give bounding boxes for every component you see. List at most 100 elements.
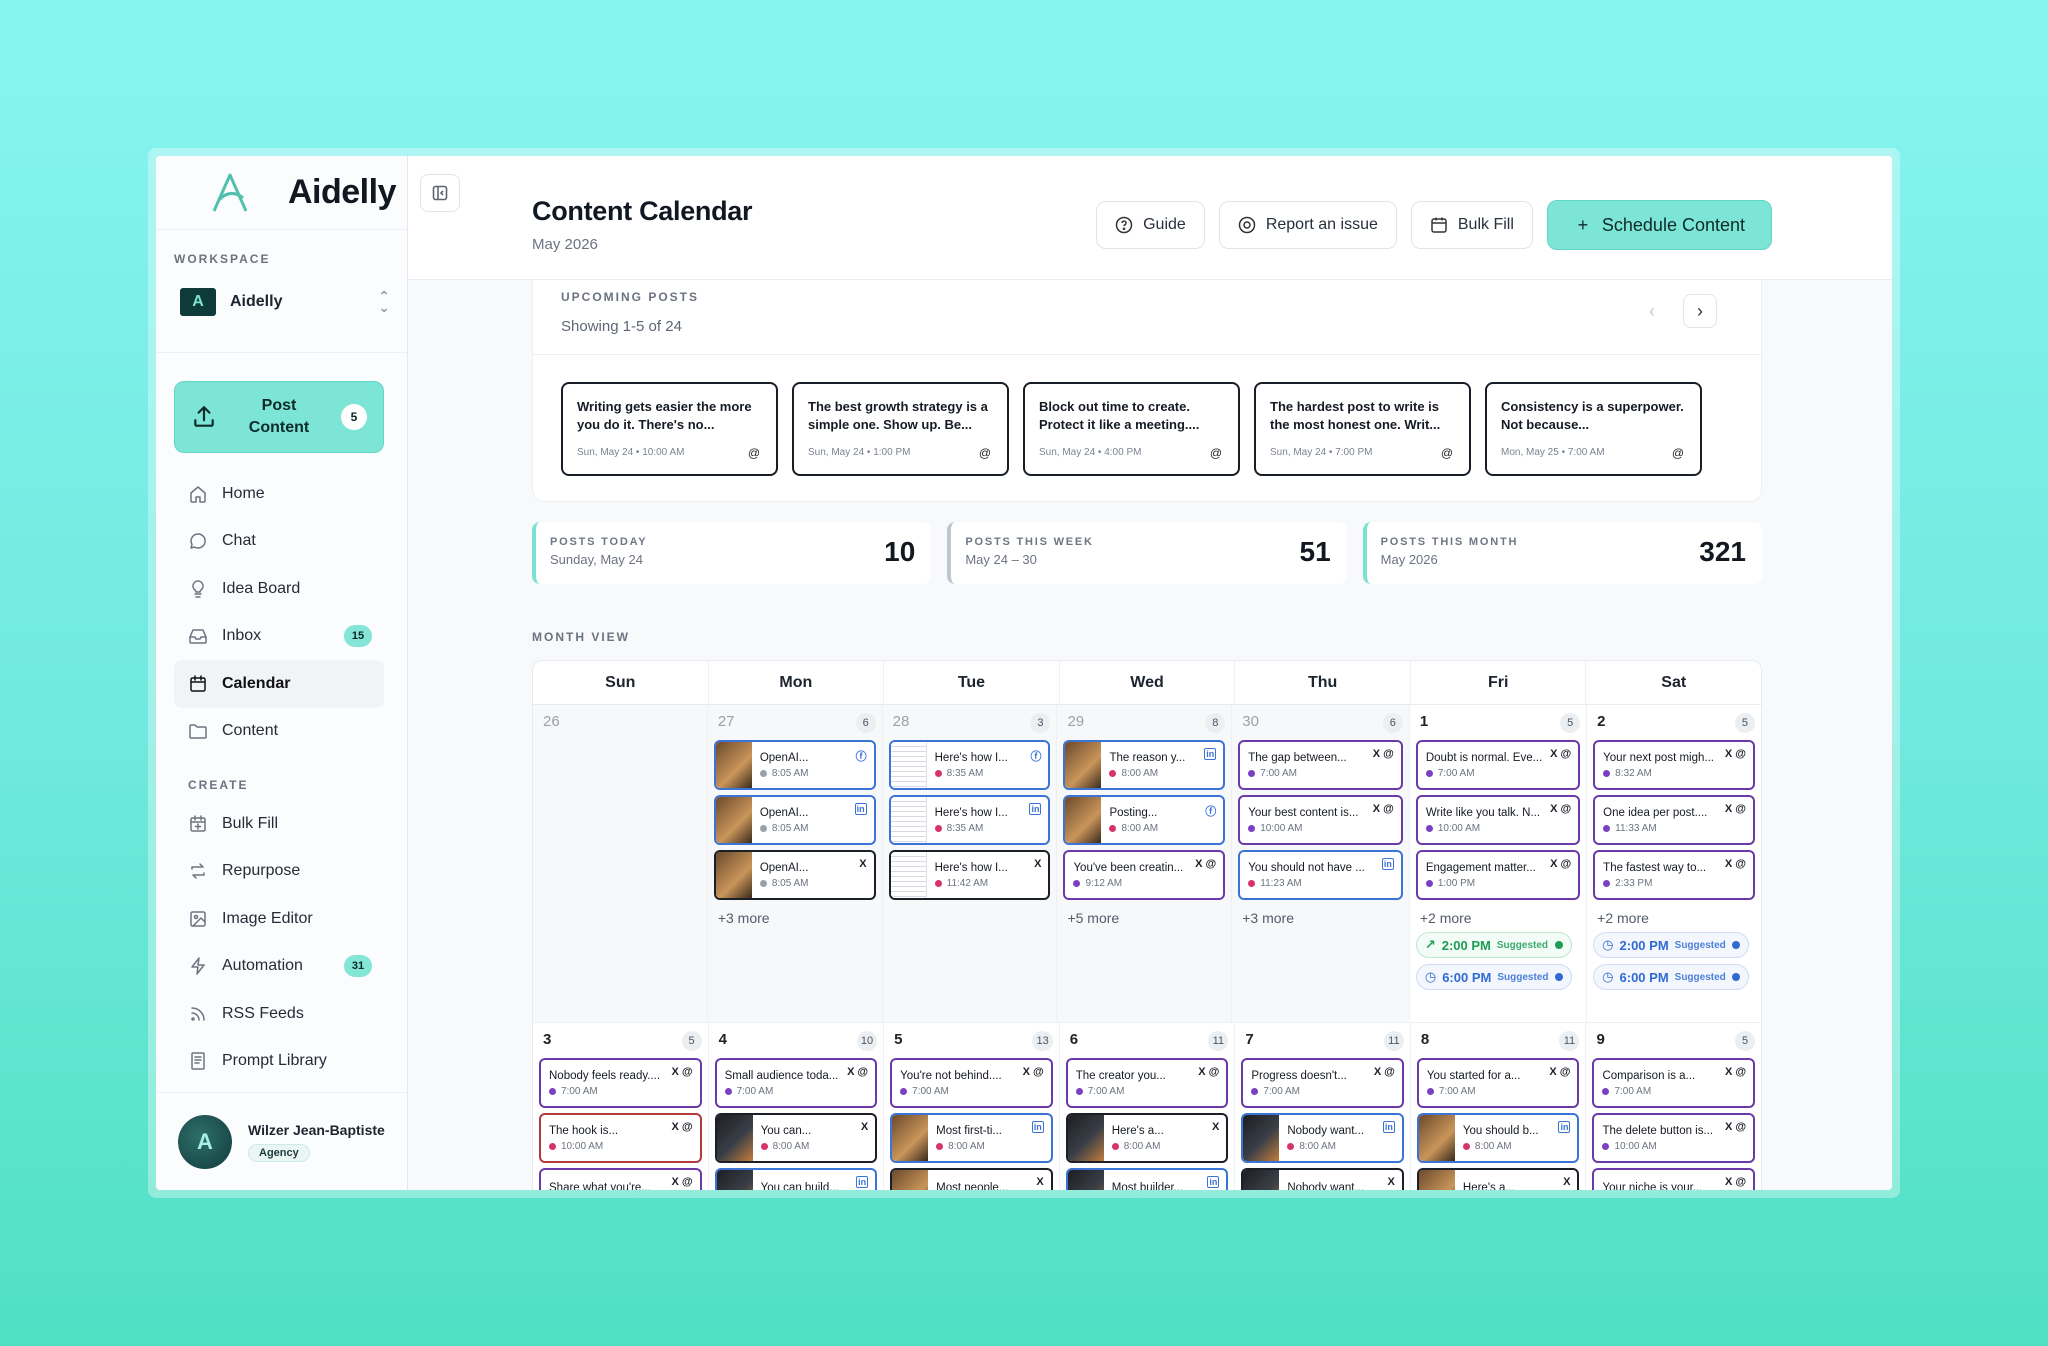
workspace-selector[interactable]: A Aidelly ⌃ ⌄ <box>180 278 390 326</box>
post-content-button[interactable]: Post Content 5 <box>174 381 384 453</box>
bulk-fill-button[interactable]: Bulk Fill <box>1410 201 1533 249</box>
more-posts-link[interactable]: +2 more <box>1593 910 1755 926</box>
calendar-post[interactable]: You've been creatin... 9:12 AM X @ <box>1063 850 1226 900</box>
nav-item-calendar[interactable]: Calendar <box>174 660 384 708</box>
calendar-post[interactable]: Doubt is normal. Eve... 7:00 AM X @ <box>1415 740 1581 790</box>
x-icon: X <box>671 1176 679 1188</box>
nav-item-rss-feeds[interactable]: RSS Feeds <box>174 990 384 1038</box>
nav-item-repurpose[interactable]: Repurpose <box>174 848 384 896</box>
calendar-day[interactable]: 27 6 OpenAI... 8:05 AM ⓕ OpenAI... 8:05 AM in Op… <box>707 705 883 1022</box>
calendar-day[interactable]: 2 5 Your next post migh... 8:32 AM X @ One ide… <box>1587 705 1761 1022</box>
calendar-post[interactable]: The creator you... 7:00 AM X @ <box>1065 1058 1229 1108</box>
calendar-post[interactable]: Posting... 8:00 AM ⓕ <box>1063 795 1226 845</box>
calendar-post[interactable]: Your niche is your... X @ <box>1592 1168 1756 1190</box>
suggested-slot[interactable]: ◷ 6:00 PM Suggested <box>1415 964 1572 990</box>
chevron-left-icon[interactable]: ‹ <box>1635 294 1669 328</box>
calendar-post[interactable]: Here's a... 8:00 AM X <box>1065 1113 1229 1163</box>
calendar-day[interactable]: 8 11 You started for a... 7:00 AM X @ You shou… <box>1411 1023 1587 1190</box>
calendar-day[interactable]: 30 6 The gap between... 7:00 AM X @ Your best … <box>1232 705 1410 1022</box>
upcoming-post-card[interactable]: Writing gets easier the more you do it. … <box>561 382 778 476</box>
nav-item-image-editor[interactable]: Image Editor <box>174 895 384 943</box>
calendar-post[interactable]: Engagement matter... 1:00 PM X @ <box>1415 850 1581 900</box>
status-dot <box>1248 824 1256 832</box>
calendar-post[interactable]: Most people... X <box>890 1168 1053 1190</box>
guide-button[interactable]: Guide <box>1096 201 1205 249</box>
calendar-post[interactable]: You should not have ... 11:23 AM in <box>1238 850 1403 900</box>
upcoming-post-card[interactable]: Consistency is a superpower. Not because… <box>1485 382 1702 476</box>
calendar-day[interactable]: 4 10 Small audience toda... 7:00 AM X @ You ca… <box>709 1023 885 1190</box>
calendar-post[interactable]: Here's a... X <box>1416 1168 1580 1190</box>
calendar-post[interactable]: Progress doesn't... 7:00 AM X @ <box>1241 1058 1404 1108</box>
calendar-post[interactable]: Here's how I... 11:42 AM X <box>888 850 1051 900</box>
platform-icons: X <box>861 1121 868 1133</box>
nav-item-chat[interactable]: Chat <box>174 518 384 566</box>
calendar-post[interactable]: Most builder... in <box>1065 1168 1229 1190</box>
calendar-post[interactable]: You're not behind.... 7:00 AM X @ <box>890 1058 1053 1108</box>
calendar-day[interactable]: 6 11 The creator you... 7:00 AM X @ Here's a..… <box>1060 1023 1236 1190</box>
calendar-post[interactable]: Nobody want... 8:00 AM in <box>1241 1113 1404 1163</box>
report-issue-button[interactable]: Report an issue <box>1218 201 1397 249</box>
calendar-post[interactable]: The fastest way to... 2:33 PM X @ <box>1593 850 1755 900</box>
post-thumbnail <box>892 1170 929 1190</box>
calendar-post[interactable]: The delete button is... 10:00 AM X @ <box>1592 1113 1756 1163</box>
calendar-day[interactable]: 3 5 Nobody feels ready.... 7:00 AM X @ The hoo… <box>533 1023 709 1190</box>
calendar-day[interactable]: 1 5 Doubt is normal. Eve... 7:00 AM X @ Write … <box>1410 705 1588 1022</box>
calendar-post[interactable]: Comparison is a... 7:00 AM X @ <box>1592 1058 1756 1108</box>
calendar-day[interactable]: 29 8 The reason y... 8:00 AM in Posting... 8:0… <box>1057 705 1233 1022</box>
suggested-slot[interactable]: ↗ 2:00 PM Suggested <box>1415 932 1572 958</box>
nav-item-automation[interactable]: Automation 31 <box>174 943 384 991</box>
nav-item-content[interactable]: Content <box>174 708 384 756</box>
calendar-post[interactable]: Here's how I... 8:35 AM in <box>888 795 1051 845</box>
nav-item-idea-board[interactable]: Idea Board <box>174 565 384 613</box>
calendar-day[interactable]: 26 <box>533 705 708 1022</box>
nav-item-inbox[interactable]: Inbox 15 <box>174 613 384 661</box>
nav-item-home[interactable]: Home <box>174 470 384 518</box>
calendar-day[interactable]: 7 11 Progress doesn't... 7:00 AM X @ Nobody wa… <box>1235 1023 1411 1190</box>
calendar-post[interactable]: You can... 8:00 AM X <box>714 1113 878 1163</box>
more-posts-link[interactable]: +2 more <box>1416 910 1580 926</box>
calendar-post[interactable]: Write like you talk. N... 10:00 AM X @ <box>1415 795 1581 845</box>
calendar-day[interactable]: 5 13 You're not behind.... 7:00 AM X @ Most fi… <box>884 1023 1060 1190</box>
upcoming-post-card[interactable]: Block out time to create. Protect it lik… <box>1023 382 1240 476</box>
calendar-post[interactable]: One idea per post.... 11:33 AM X @ <box>1593 795 1755 845</box>
user-profile[interactable]: A Wilzer Jean-Baptiste Agency <box>156 1092 407 1190</box>
collapse-sidebar-button[interactable] <box>420 174 460 212</box>
calendar-post[interactable]: You started for a... 7:00 AM X @ <box>1416 1058 1580 1108</box>
calendar-post[interactable]: The gap between... 7:00 AM X @ <box>1238 740 1403 790</box>
calendar-post[interactable]: Small audience toda... 7:00 AM X @ <box>714 1058 878 1108</box>
calendar-post[interactable]: You should b... 8:00 AM in <box>1416 1113 1580 1163</box>
calendar-day[interactable]: 28 3 Here's how I... 8:35 AM ⓕ Here's how I..… <box>882 705 1058 1022</box>
suggested-slot[interactable]: ◷ 6:00 PM Suggested <box>1593 964 1750 990</box>
calendar-post[interactable]: OpenAI... 8:05 AM X <box>713 850 876 900</box>
post-time-text: 7:00 AM <box>1087 1085 1125 1097</box>
nav-item-prompt-library[interactable]: Prompt Library <box>174 1038 384 1086</box>
suggested-slot[interactable]: ◷ 2:00 PM Suggested <box>1593 932 1750 958</box>
schedule-content-button[interactable]: + Schedule Content <box>1546 200 1772 250</box>
upcoming-post-card[interactable]: The best growth strategy is a simple one… <box>792 382 1009 476</box>
nav-item-bulk-fill[interactable]: Bulk Fill <box>174 800 384 848</box>
more-posts-link[interactable]: +3 more <box>714 910 876 926</box>
calendar-post[interactable]: You can build... in <box>714 1168 878 1190</box>
upcoming-post-card[interactable]: The hardest post to write is the most ho… <box>1254 382 1471 476</box>
status-dot <box>1425 769 1433 777</box>
calendar-post[interactable]: OpenAI... 8:05 AM ⓕ <box>713 740 876 790</box>
calendar-post[interactable]: OpenAI... 8:05 AM in <box>713 795 876 845</box>
calendar-post[interactable]: Your next post migh... 8:32 AM X @ <box>1593 740 1755 790</box>
calendar-post[interactable]: Most first-ti... 8:00 AM in <box>890 1113 1053 1163</box>
calendar-post[interactable]: Nobody want... X <box>1241 1168 1404 1190</box>
bulk-fill-label: Bulk Fill <box>1457 216 1514 233</box>
calendar-post[interactable]: Here's how I... 8:35 AM ⓕ <box>888 740 1051 790</box>
calendar-post[interactable]: The reason y... 8:00 AM in <box>1063 740 1226 790</box>
platform-icons: X @ <box>1550 803 1571 815</box>
chevron-right-icon[interactable]: › <box>1683 294 1717 328</box>
post-thumbnail <box>890 852 927 898</box>
linkedin-icon: in <box>1204 748 1217 760</box>
status-dot <box>1603 824 1611 832</box>
calendar-post[interactable]: The hook is... 10:00 AM X @ <box>539 1113 702 1163</box>
calendar-post[interactable]: Nobody feels ready.... 7:00 AM X @ <box>539 1058 702 1108</box>
calendar-post[interactable]: Your best content is... 10:00 AM X @ <box>1238 795 1403 845</box>
more-posts-link[interactable]: +3 more <box>1238 910 1403 926</box>
calendar-day[interactable]: 9 5 Comparison is a... 7:00 AM X @ The delete … <box>1586 1023 1761 1190</box>
more-posts-link[interactable]: +5 more <box>1063 910 1225 926</box>
calendar-post[interactable]: Share what you're... X @ <box>539 1168 702 1190</box>
